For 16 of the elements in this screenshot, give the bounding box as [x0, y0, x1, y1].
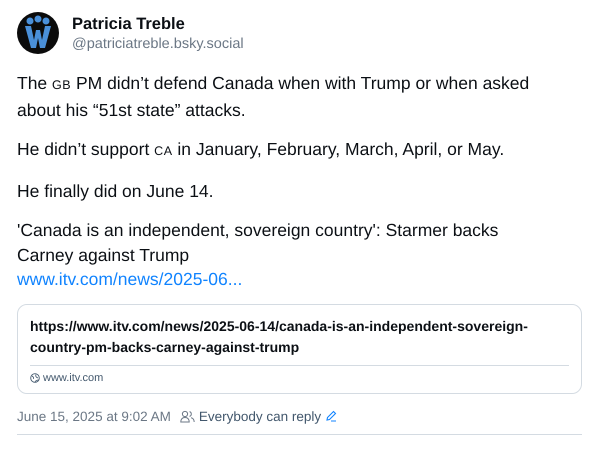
link-card[interactable]: https://www.itv.com/news/2025-06-14/canada-is-an-independent-sovereign-country-pm-backs-carney-against-trump www.itv.com [17, 304, 582, 394]
link-card-title: https://www.itv.com/news/2025-06-14/canada-is-an-independent-sovereign-country-pm-backs-carney-against-trump [30, 316, 569, 366]
globe-icon [30, 372, 40, 382]
post-paragraph: The GB PM didn’t defend Canada when with Trump or when asked about his “51st state” attacks. [17, 72, 530, 122]
post-paragraph: 'Canada is an independent, sovereign country': Starmer backs Carney against Trump www.itv.com/news/2025-06... [17, 218, 537, 292]
author-name[interactable]: Patricia Treble [72, 14, 244, 34]
post-timestamp: June 15, 2025 at 9:02 AM [17, 408, 171, 424]
post-paragraph: He finally did on June 14. [17, 180, 215, 203]
avatar-icon[interactable] [17, 12, 59, 54]
author-handle[interactable]: @patriciatreble.bsky.social [72, 36, 244, 52]
post-paragraph: He didn’t support CA in January, February, March, April, or May. [17, 138, 506, 161]
post-link[interactable]: www.itv.com/news/2025-06... [17, 267, 537, 292]
link-domain: www.itv.com [43, 372, 104, 384]
reply-setting: Everybody can reply [198, 408, 322, 424]
pencil-icon[interactable] [325, 410, 338, 422]
people-icon [180, 410, 195, 422]
